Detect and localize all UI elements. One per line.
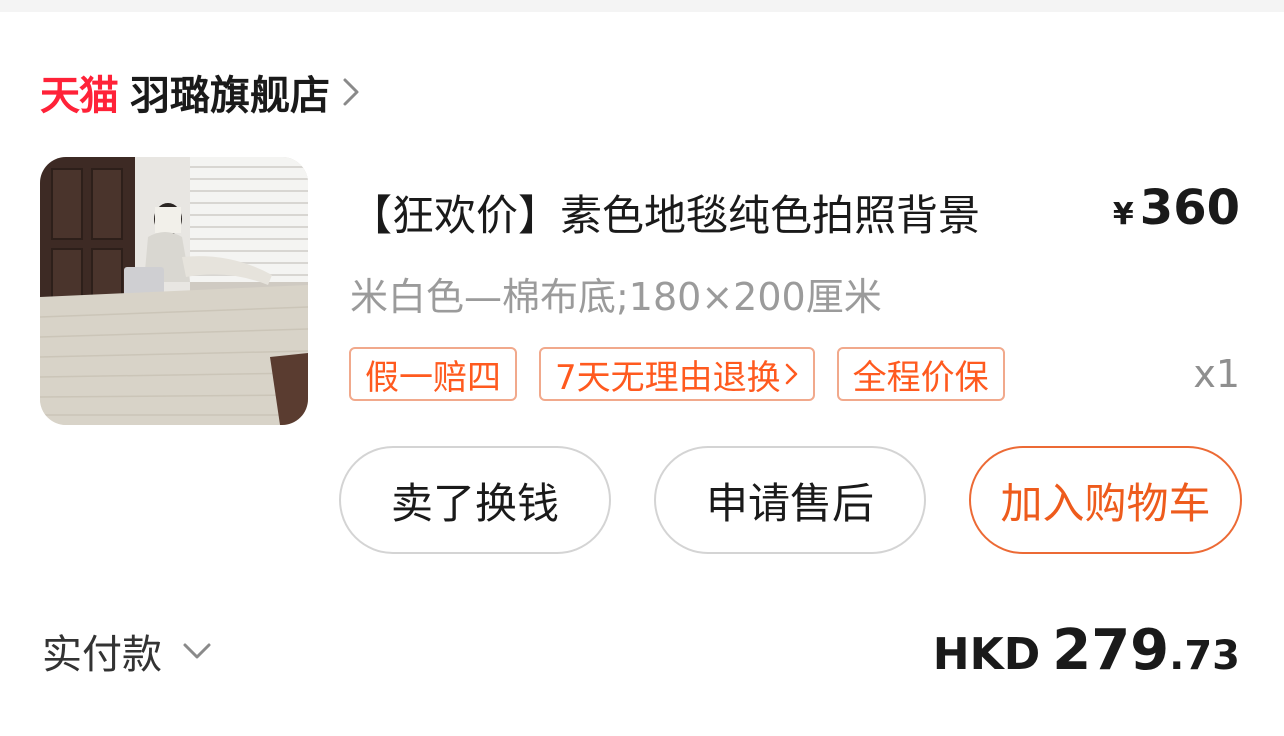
- price-currency: ¥: [1112, 197, 1134, 232]
- tag-seven-day-return[interactable]: 7天无理由退换: [539, 347, 815, 401]
- tag-label: 7天无理由退换: [555, 357, 781, 398]
- chevron-down-icon[interactable]: [182, 642, 212, 660]
- sell-for-cash-button[interactable]: 卖了换钱: [339, 446, 611, 554]
- tag-fake-compensation: 假一赔四: [349, 347, 517, 401]
- product-quantity: x1: [1193, 352, 1240, 396]
- product-price: ¥ 360: [1113, 180, 1240, 236]
- add-to-cart-button[interactable]: 加入购物车: [969, 446, 1242, 554]
- chevron-right-icon: [785, 362, 799, 386]
- store-header[interactable]: 天猫 羽璐旗舰店: [40, 62, 364, 122]
- price-value: 360: [1139, 180, 1240, 236]
- tmall-logo: 天猫: [40, 73, 119, 119]
- payment-total: HKD 279 .73: [933, 618, 1240, 683]
- tag-price-protection: 全程价保: [836, 347, 1005, 401]
- total-decimal: .73: [1169, 633, 1240, 679]
- total-integer: 279: [1052, 618, 1170, 683]
- service-tags: 假一赔四 7天无理由退换 全程价保: [349, 347, 1005, 401]
- tag-label: 假一赔四: [365, 357, 501, 398]
- total-currency: HKD: [932, 629, 1041, 680]
- product-thumbnail[interactable]: [40, 157, 308, 425]
- product-sku[interactable]: 米白色—棉布底;180×200厘米: [350, 266, 882, 321]
- chevron-right-icon[interactable]: [342, 77, 364, 107]
- payment-toggle[interactable]: 实付款: [42, 622, 212, 680]
- payment-label: 实付款: [42, 632, 162, 678]
- tag-label: 全程价保: [852, 357, 989, 398]
- product-title[interactable]: 【狂欢价】素色地毯纯色拍照背景: [350, 182, 980, 243]
- store-name[interactable]: 羽璐旗舰店: [130, 63, 330, 121]
- after-sales-button[interactable]: 申请售后: [654, 446, 926, 554]
- top-divider: [0, 0, 1284, 12]
